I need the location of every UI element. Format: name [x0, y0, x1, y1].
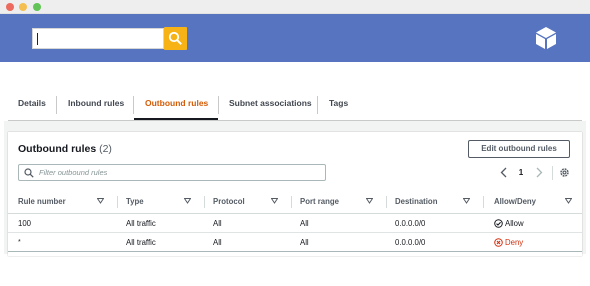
tab-divider [317, 96, 318, 114]
table-row[interactable]: 100 All traffic All All 0.0.0.0/0 Allow [8, 214, 582, 233]
current-page[interactable]: 1 [516, 167, 526, 178]
window-titlebar [0, 0, 590, 14]
port-range-cell: All [300, 237, 309, 247]
x-circle-icon [494, 237, 503, 247]
column-divider [483, 196, 484, 208]
destination-cell: 0.0.0.0/0 [395, 218, 426, 228]
filter-search-icon [24, 168, 34, 178]
tab-bar: Details Inbound rules Outbound rules Sub… [8, 91, 582, 121]
filter-input[interactable]: Filter outbound rules [18, 164, 326, 181]
type-cell: All traffic [126, 218, 156, 228]
pager-divider [552, 166, 553, 180]
chevron-right-icon[interactable] [534, 167, 544, 178]
panel-title: Outbound rules (2) [18, 143, 112, 155]
close-window-button[interactable] [6, 3, 14, 11]
column-header-allow-deny[interactable]: Allow/Deny [494, 190, 536, 213]
text-cursor [37, 33, 38, 45]
sort-caret-icon[interactable] [271, 198, 278, 204]
top-header [0, 14, 590, 62]
column-header-type[interactable]: Type [126, 190, 144, 213]
rule-number-cell: 100 [18, 218, 32, 228]
rules-table: Rule number Type Protocol Port range Des… [8, 190, 582, 252]
column-divider [204, 196, 205, 208]
sort-caret-icon[interactable] [97, 198, 104, 204]
rule-number-cell: * [18, 238, 21, 246]
tab-details[interactable]: Details [18, 91, 46, 120]
table-row[interactable]: * All traffic All All 0.0.0.0/0 Deny [8, 233, 582, 252]
tab-divider [218, 96, 219, 114]
column-header-destination[interactable]: Destination [395, 190, 437, 213]
deny-status-text: Deny [505, 237, 524, 247]
type-cell: All traffic [126, 237, 156, 247]
tab-tags[interactable]: Tags [329, 91, 348, 120]
cube-logo-icon[interactable] [533, 25, 559, 51]
sort-caret-icon[interactable] [463, 198, 470, 204]
search-button[interactable] [164, 27, 187, 50]
gear-icon[interactable] [559, 167, 570, 178]
chevron-left-icon[interactable] [499, 167, 509, 178]
tab-inbound-rules[interactable]: Inbound rules [68, 91, 124, 120]
destination-cell: 0.0.0.0/0 [395, 237, 426, 247]
check-circle-icon [494, 218, 503, 228]
sort-caret-icon[interactable] [366, 198, 373, 204]
column-divider [291, 196, 292, 208]
column-header-port-range[interactable]: Port range [300, 190, 339, 213]
column-divider [117, 196, 118, 208]
maximize-window-button[interactable] [33, 3, 41, 11]
protocol-cell: All [213, 218, 222, 228]
sort-caret-icon[interactable] [565, 198, 572, 204]
panel-title-text: Outbound rules [18, 143, 97, 155]
tab-subnet-associations[interactable]: Subnet associations [229, 91, 312, 120]
search-icon [168, 31, 182, 45]
port-range-cell: All [300, 218, 309, 228]
column-header-protocol[interactable]: Protocol [213, 190, 245, 213]
outbound-rules-panel: Outbound rules (2) Edit outbound rules F… [8, 132, 582, 256]
search-input[interactable] [32, 28, 164, 49]
minimize-window-button[interactable] [19, 3, 27, 11]
allow-status-text: Allow [505, 218, 524, 228]
column-divider [386, 196, 387, 208]
table-header-row: Rule number Type Protocol Port range Des… [8, 190, 582, 214]
column-header-rule-number[interactable]: Rule number [18, 190, 66, 213]
filter-placeholder: Filter outbound rules [39, 168, 108, 177]
deny-status: Deny [494, 233, 523, 251]
edit-outbound-rules-button[interactable]: Edit outbound rules [468, 140, 570, 158]
protocol-cell: All [213, 237, 222, 247]
tab-divider [56, 96, 57, 114]
sort-caret-icon[interactable] [184, 198, 191, 204]
tab-outbound-rules[interactable]: Outbound rules [134, 91, 218, 120]
rule-count: (2) [99, 143, 112, 155]
allow-status: Allow [494, 214, 524, 232]
